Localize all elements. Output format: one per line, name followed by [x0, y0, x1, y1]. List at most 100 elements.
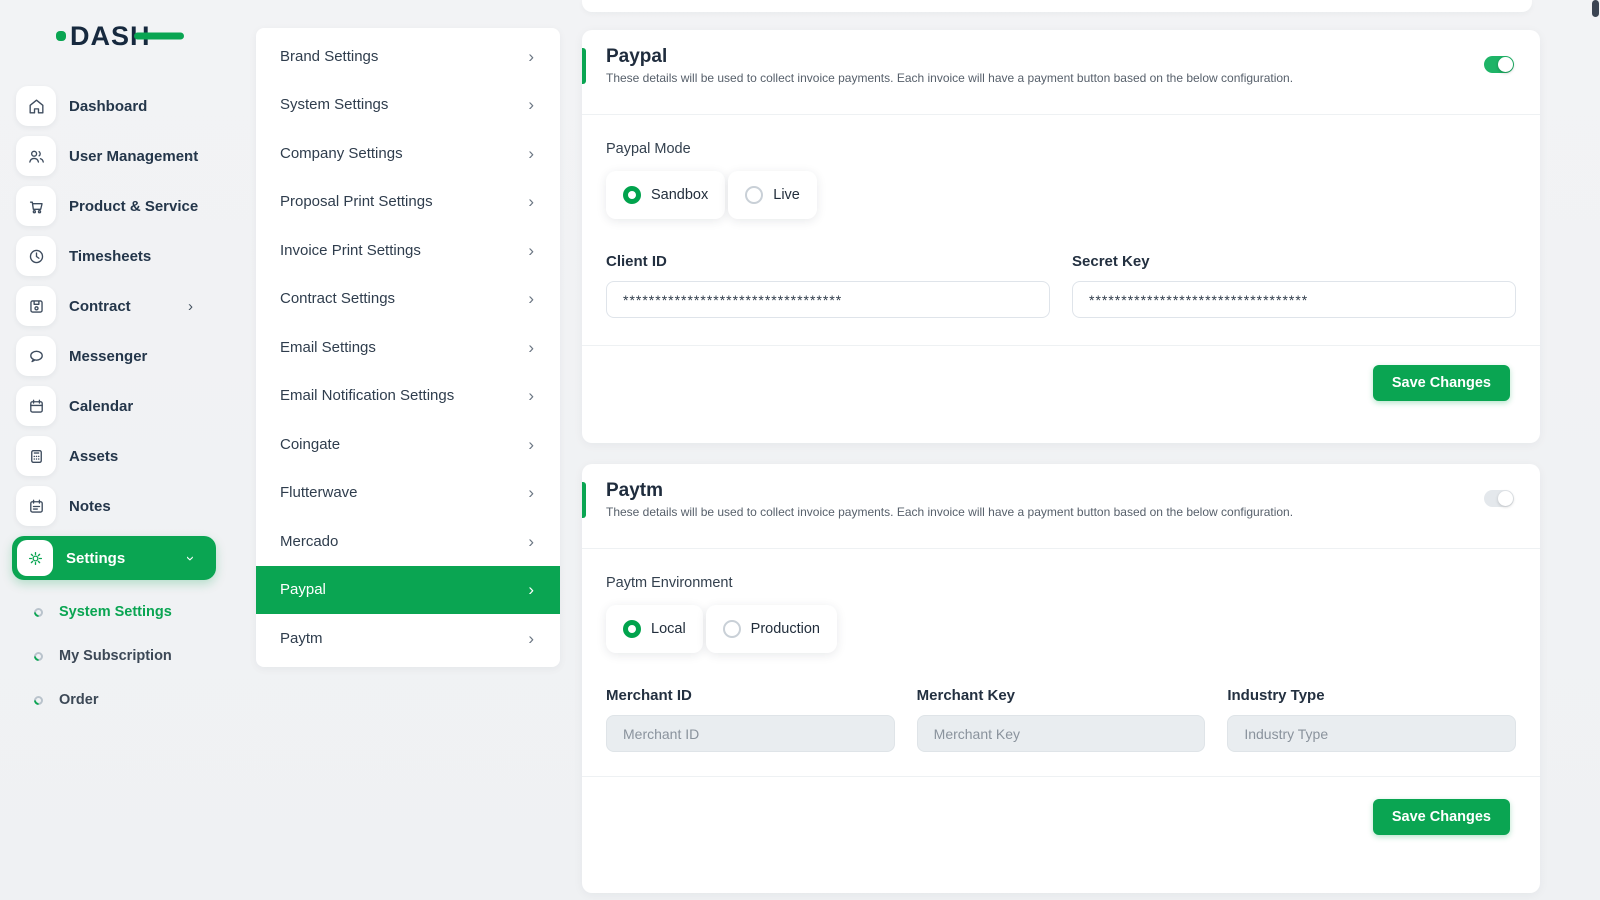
cart-icon	[16, 186, 56, 226]
subnav-item-system-settings[interactable]: System Settings	[0, 596, 236, 628]
sidebar: DASH Dashboard User Management ›	[0, 0, 236, 900]
chevron-right-icon: ›	[528, 533, 534, 550]
paytm-env-local-option[interactable]: Local	[606, 605, 703, 653]
page: DASH Dashboard User Management ›	[0, 0, 1600, 900]
menu-item-label: Email Settings	[280, 339, 376, 356]
paytm-card: Paytm These details will be used to coll…	[582, 464, 1540, 893]
menu-item-label: System Settings	[280, 96, 388, 113]
subnav-item-my-subscription[interactable]: My Subscription	[0, 640, 236, 672]
paytm-env-production-option[interactable]: Production	[706, 605, 837, 653]
paytm-enable-toggle[interactable]	[1484, 490, 1514, 507]
paypal-title: Paypal	[606, 46, 1293, 68]
secret-key-input[interactable]	[1072, 281, 1516, 318]
sidebar-item-user-management[interactable]: User Management ›	[0, 136, 236, 176]
menu-item-label: Mercado	[280, 533, 338, 550]
subnav-item-order[interactable]: Order	[0, 684, 236, 716]
menu-item-label: Coingate	[280, 436, 340, 453]
menu-item-paypal[interactable]: Paypal›	[256, 566, 560, 615]
menu-item-label: Paypal	[280, 581, 326, 598]
menu-item-company-settings[interactable]: Company Settings›	[256, 129, 560, 178]
radio-selected-icon[interactable]	[623, 620, 641, 638]
main-content: Paypal These details will be used to col…	[582, 0, 1540, 893]
sidebar-item-dashboard[interactable]: Dashboard	[0, 86, 236, 126]
sidebar-item-messenger[interactable]: Messenger	[0, 336, 236, 376]
menu-item-invoice-print-settings[interactable]: Invoice Print Settings›	[256, 226, 560, 275]
sidebar-item-contract[interactable]: Contract ›	[0, 286, 236, 326]
paytm-fields: Merchant ID Merchant Key Industry Type	[606, 687, 1516, 752]
menu-item-contract-settings[interactable]: Contract Settings›	[256, 275, 560, 324]
sidebar-item-label: Timesheets	[69, 248, 151, 265]
chevron-right-icon: ›	[528, 193, 534, 210]
radio-unselected-icon[interactable]	[745, 186, 763, 204]
chevron-right-icon: ›	[528, 436, 534, 453]
chevron-right-icon: ›	[528, 96, 534, 113]
paytm-card-body: Paytm Environment Local Production Merch…	[582, 549, 1540, 752]
contract-icon	[16, 286, 56, 326]
paypal-description: These details will be used to collect in…	[606, 71, 1293, 85]
chevron-right-icon: ›	[528, 387, 534, 404]
calculator-icon	[16, 436, 56, 476]
paypal-mode-live-option[interactable]: Live	[728, 171, 817, 219]
menu-item-label: Email Notification Settings	[280, 387, 454, 404]
menu-item-coingate[interactable]: Coingate ›	[256, 420, 560, 469]
sidebar-item-assets[interactable]: Assets	[0, 436, 236, 476]
previous-card-edge	[582, 0, 1532, 12]
industry-type-input[interactable]	[1227, 715, 1516, 752]
menu-item-brand-settings[interactable]: Brand Settings›	[256, 32, 560, 81]
paypal-card-header: Paypal These details will be used to col…	[582, 30, 1540, 115]
menu-item-system-settings[interactable]: System Settings ›	[256, 81, 560, 130]
option-label: Production	[751, 621, 820, 637]
paytm-description: These details will be used to collect in…	[606, 505, 1293, 519]
chevron-right-icon: ›	[188, 149, 193, 164]
gear-icon	[17, 540, 53, 576]
clock-icon	[16, 236, 56, 276]
sidebar-item-settings[interactable]: Settings ›	[12, 536, 216, 580]
sidebar-item-product-service[interactable]: Product & Service	[0, 186, 236, 226]
merchant-id-input[interactable]	[606, 715, 895, 752]
merchant-key-input[interactable]	[917, 715, 1206, 752]
paypal-card-footer: Save Changes	[582, 345, 1540, 420]
secret-key-label: Secret Key	[1072, 253, 1516, 270]
radio-selected-icon[interactable]	[623, 186, 641, 204]
menu-item-label: Brand Settings	[280, 48, 378, 65]
menu-item-proposal-print-settings[interactable]: Proposal Print Settings›	[256, 178, 560, 227]
menu-item-label: Paytm	[280, 630, 323, 647]
settings-menu-panel: Brand Settings› System Settings› Company…	[256, 28, 560, 667]
logo-dot	[56, 31, 66, 41]
users-icon	[16, 136, 56, 176]
sidebar-item-calendar[interactable]: Calendar	[0, 386, 236, 426]
radio-unselected-icon[interactable]	[723, 620, 741, 638]
menu-item-email-notification-settings[interactable]: Email Notification Settings ›	[256, 372, 560, 421]
option-label: Sandbox	[651, 187, 708, 203]
sidebar-item-label: User Management	[69, 148, 198, 165]
chat-icon	[16, 336, 56, 376]
menu-item-mercado[interactable]: Mercado ›	[256, 517, 560, 566]
paypal-save-button[interactable]: Save Changes	[1373, 365, 1510, 401]
option-label: Live	[773, 187, 800, 203]
paytm-save-button[interactable]: Save Changes	[1373, 799, 1510, 835]
paytm-card-header: Paytm These details will be used to coll…	[582, 464, 1540, 549]
paypal-card: Paypal These details will be used to col…	[582, 30, 1540, 443]
industry-type-label: Industry Type	[1227, 687, 1516, 704]
sidebar-item-label: Assets	[69, 448, 118, 465]
sidebar-item-label: Contract	[69, 298, 131, 315]
chevron-right-icon: ›	[528, 145, 534, 162]
menu-item-label: Flutterwave	[280, 484, 358, 501]
menu-item-paytm[interactable]: Paytm›	[256, 614, 560, 663]
menu-item-flutterwave[interactable]: Flutterwave›	[256, 469, 560, 518]
paypal-mode-sandbox-option[interactable]: Sandbox	[606, 171, 725, 219]
bullet-icon	[32, 606, 45, 619]
sidebar-item-notes[interactable]: Notes	[0, 486, 236, 526]
merchant-id-field: Merchant ID	[606, 687, 895, 752]
client-id-input[interactable]	[606, 281, 1050, 318]
chevron-down-icon: ›	[183, 556, 198, 561]
sidebar-item-timesheets[interactable]: Timesheets	[0, 236, 236, 276]
sidebar-item-label: Calendar	[69, 398, 133, 415]
option-label: Local	[651, 621, 686, 637]
paypal-enable-toggle[interactable]	[1484, 56, 1514, 73]
chevron-right-icon: ›	[528, 290, 534, 307]
scrollbar-thumb[interactable]	[1592, 0, 1599, 17]
secret-key-field: Secret Key	[1072, 253, 1516, 318]
menu-item-email-settings[interactable]: Email Settings›	[256, 323, 560, 372]
home-icon	[16, 86, 56, 126]
